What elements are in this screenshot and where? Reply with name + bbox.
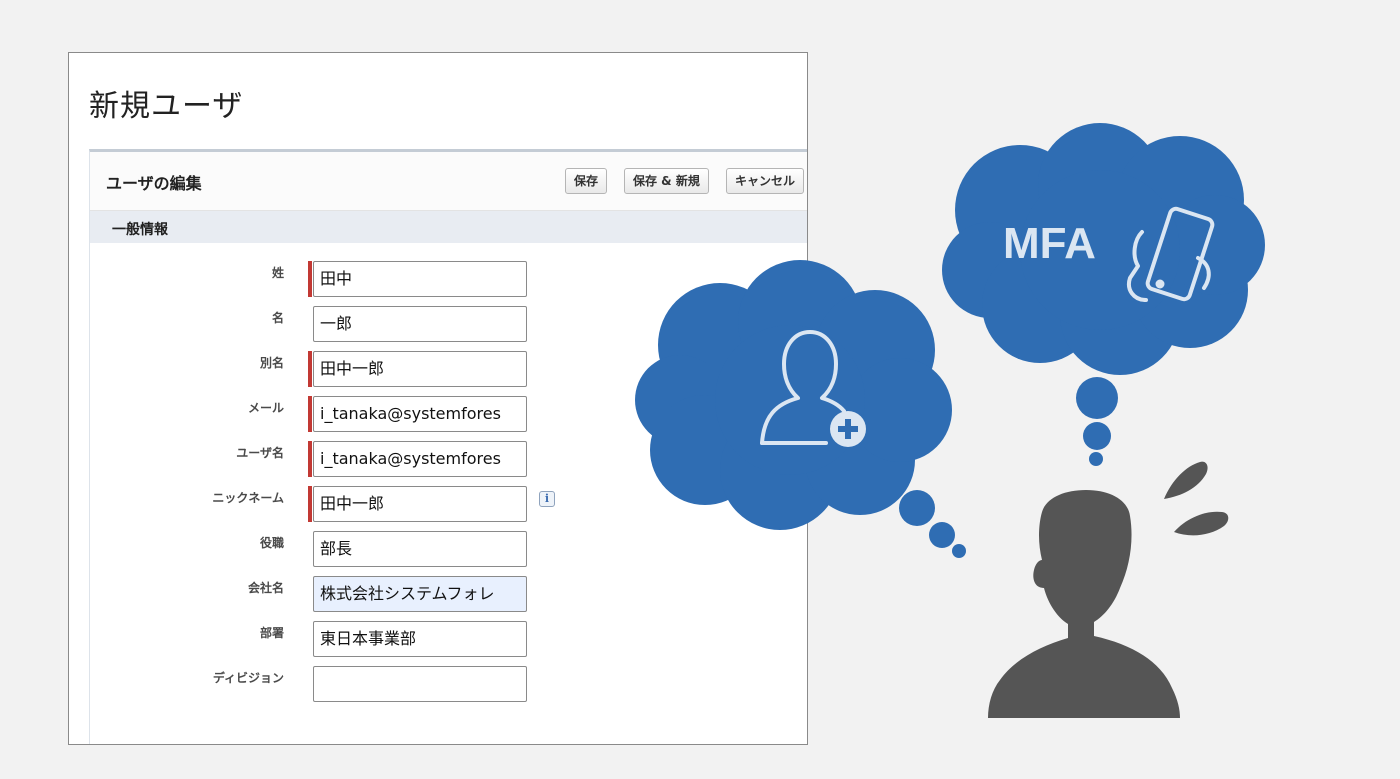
- person-silhouette-icon: [988, 490, 1180, 718]
- thought-cloud-mfa: [942, 123, 1265, 466]
- thinking-illustration: MFA: [635, 123, 1265, 718]
- sweat-drop-icon: [1164, 461, 1229, 536]
- mfa-label: MFA: [1003, 219, 1096, 268]
- thought-cloud-add-user: [635, 260, 966, 558]
